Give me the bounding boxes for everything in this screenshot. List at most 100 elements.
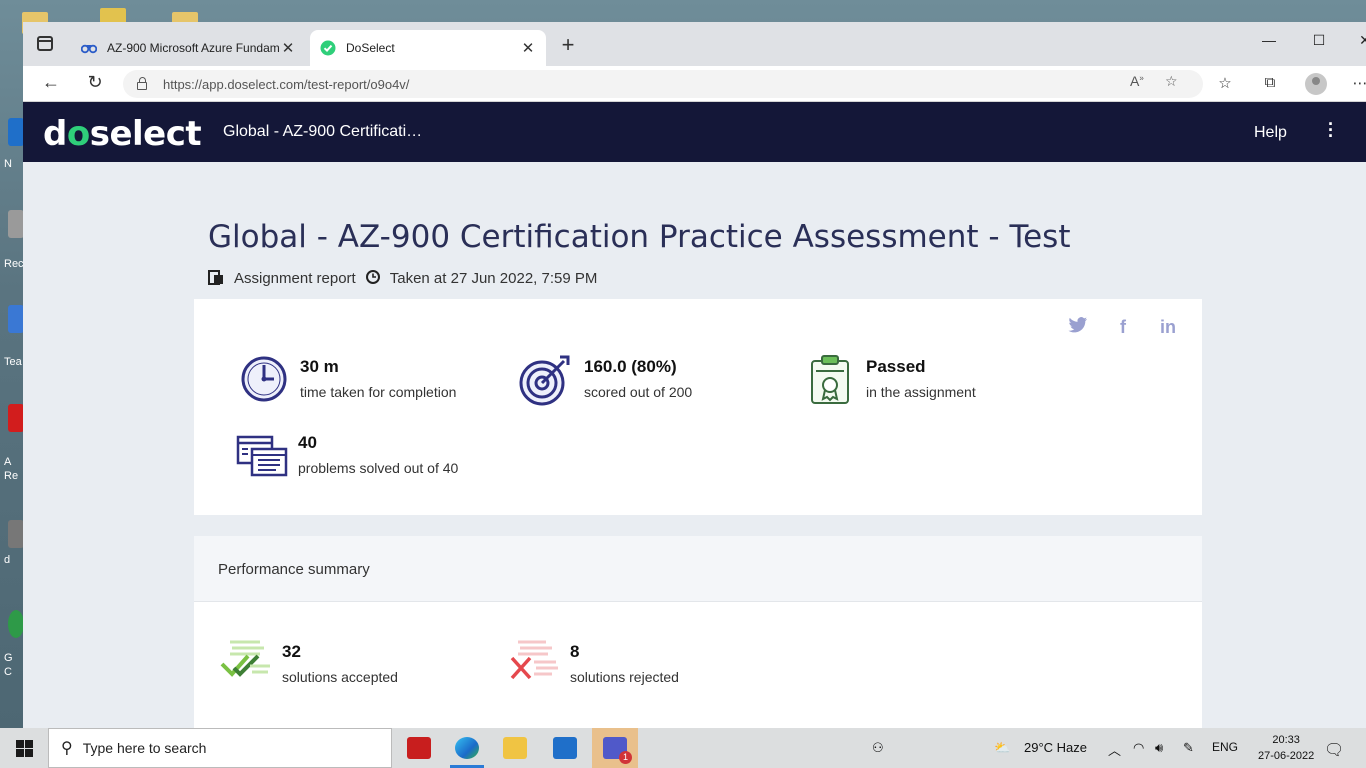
rejected-label: solutions rejected [570,669,679,685]
tab-doselect[interactable]: DoSelect ✕ [310,30,546,66]
url-field[interactable]: https://app.doselect.com/test-report/o9o… [123,70,1203,98]
tab-title: DoSelect [346,41,395,55]
weather-text[interactable]: 29°C Haze [1024,740,1087,755]
close-tab-icon[interactable]: ✕ [280,39,296,57]
desktop-label: G [4,652,13,664]
new-tab-button[interactable]: + [556,32,580,58]
browser-window: AZ-900 Microsoft Azure Fundam ✕ DoSelect… [23,22,1366,728]
close-tab-icon[interactable]: ✕ [520,39,536,57]
tab-actions-icon[interactable] [37,36,53,51]
people-icon[interactable]: ⚇ [872,740,884,756]
taken-at-text: Taken at 27 Jun 2022, 7:59 PM [389,270,598,287]
notifications-icon[interactable]: 🗨︎ [1324,740,1344,760]
desktop-app-icon[interactable] [8,305,24,333]
tab-title: AZ-900 Microsoft Azure Fundam [107,41,280,55]
collections-icon[interactable]: ⧉ [1259,74,1281,91]
lock-icon [137,77,147,90]
desktop-label: Tea [4,356,22,368]
stat-value: 40 [298,433,317,452]
acrobat-desktop-icon[interactable] [8,404,24,432]
recycle-bin-icon[interactable] [8,210,24,238]
stat-time: 30 m time taken for completion [238,353,456,405]
facebook-icon[interactable]: f [1120,317,1126,338]
stat-desc: in the assignment [866,384,976,400]
favorites-icon[interactable]: ☆ [1214,74,1236,92]
stat-result: Passed in the assignment [806,353,976,405]
stat-desc: scored out of 200 [584,384,693,400]
tab-az900[interactable]: AZ-900 Microsoft Azure Fundam ✕ [71,30,306,66]
report-meta: Assignment report Taken at 27 Jun 2022, … [208,269,597,288]
accepted-label: solutions accepted [282,669,398,685]
logo-text: select [89,114,202,154]
desktop-label: N [4,158,12,170]
rejected-count: 8 [570,642,580,661]
desktop-app-icon[interactable] [8,520,24,548]
stats-card: f in 30 m time taken for completion 160.… [194,299,1202,515]
windows-start-icon[interactable] [16,740,33,757]
tab-bar: AZ-900 Microsoft Azure Fundam ✕ DoSelect… [23,22,1366,66]
minimize-button[interactable]: — [1259,32,1279,48]
report-page: Global - AZ-900 Certification Practice A… [23,162,1366,728]
chevron-up-icon[interactable]: ︿ [1108,740,1121,759]
problems-icon [236,429,288,481]
accepted-count: 32 [282,642,301,661]
rejected-x-icon [508,638,560,690]
refresh-icon[interactable]: ↻ [83,72,107,93]
taskbar-search-input[interactable]: ⚲ Type here to search [48,728,392,768]
accepted-check-icon [220,638,272,690]
certificate-icon [806,353,858,405]
back-arrow-icon[interactable]: ← [39,72,63,93]
pen-icon[interactable]: ✎ [1183,740,1194,756]
chrome-desktop-icon[interactable] [8,610,24,638]
clipboard-icon [208,269,224,288]
logo-accent: o [66,114,90,154]
logo-text: d [43,114,67,154]
desktop-label: Re [4,470,19,482]
clock-icon [238,353,290,405]
binoculars-icon [81,40,97,56]
teams-taskbar-icon[interactable]: 1 [592,728,638,768]
address-bar: ← ↻ https://app.doselect.com/test-report… [23,66,1366,102]
site-header: doselect Global - AZ-900 Certificati… He… [23,102,1366,162]
clock-small-icon [365,270,380,287]
doselect-logo[interactable]: doselect [43,114,202,154]
desktop-app-icon[interactable] [8,118,24,146]
linkedin-icon[interactable]: in [1160,317,1176,338]
clock-date: 27-06-2022 [1258,750,1315,762]
stat-value: 30 m [300,357,339,376]
page-title: Global - AZ-900 Certification Practice A… [208,219,1071,255]
file-explorer-taskbar-icon[interactable] [492,728,538,768]
profile-avatar[interactable] [1305,73,1327,95]
maximize-button[interactable]: ☐ [1309,32,1329,49]
target-icon [518,353,570,406]
stat-value: Passed [866,357,926,376]
volume-icon[interactable]: 🔊︎ [1155,740,1163,756]
desktop-label: d [4,554,11,566]
performance-heading: Performance summary [194,536,1202,602]
add-favorite-icon[interactable]: ☆ [1165,73,1178,90]
clock-time: 20:33 [1272,734,1300,746]
mail-taskbar-icon[interactable] [542,728,588,768]
kebab-menu-icon[interactable]: · · · [1325,115,1337,145]
url-text: https://app.doselect.com/test-report/o9o… [163,76,410,92]
help-link[interactable]: Help [1254,124,1287,142]
desktop-label: Rec [4,258,24,270]
language-indicator[interactable]: ENG [1212,740,1238,754]
assignment-report-label: Assignment report [234,270,356,287]
system-clock[interactable]: 20:33 27-06-2022 [1258,732,1314,764]
stat-problems: 40 problems solved out of 40 [236,429,458,481]
twitter-icon[interactable] [1068,317,1088,338]
more-menu-icon[interactable]: ⋯ [1349,74,1366,92]
stat-desc: problems solved out of 40 [298,460,459,476]
performance-card: Performance summary 32 solutions accepte… [194,536,1202,728]
stat-value: 160.0 (80%) [584,357,677,376]
teams-badge: 1 [619,751,632,764]
read-aloud-icon[interactable]: A» [1130,73,1144,89]
header-test-title: Global - AZ-900 Certificati… [223,123,423,140]
edge-taskbar-icon[interactable] [444,728,490,768]
weather-icon[interactable]: ⛅ [994,740,1010,756]
acrobat-taskbar-icon[interactable] [396,728,442,768]
stat-rejected: 8 solutions rejected [508,638,679,690]
wifi-icon[interactable]: ◠ [1133,740,1144,756]
close-window-button[interactable]: ✕ [1355,32,1366,49]
